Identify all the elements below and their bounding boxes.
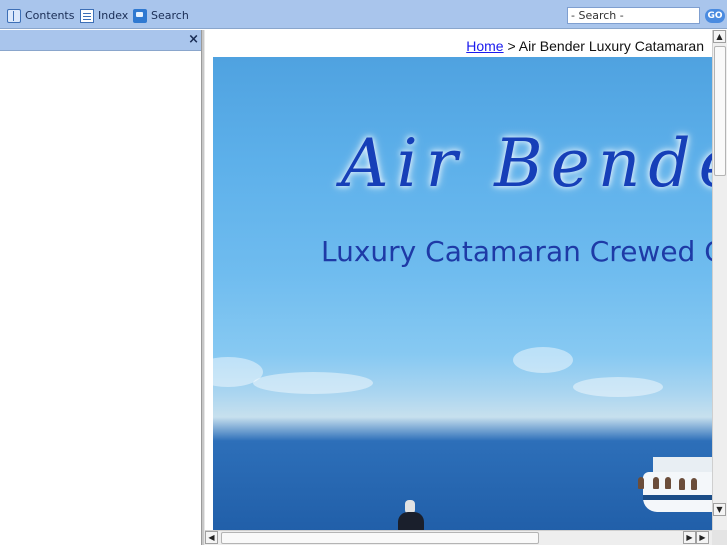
close-icon[interactable]: × — [188, 32, 199, 47]
jetski — [398, 512, 424, 530]
scroll-right-arrow-icon[interactable]: ▶ — [683, 531, 696, 544]
vertical-scroll-thumb[interactable] — [714, 46, 726, 176]
boat-stripe — [643, 495, 712, 500]
person-figure — [665, 477, 671, 489]
scroll-up-arrow-icon[interactable]: ▲ — [713, 30, 726, 43]
person-figure — [679, 478, 685, 490]
breadcrumb-current: Air Bender Luxury Catamaran — [518, 38, 704, 54]
left-panel-header: × — [0, 30, 203, 51]
contents-button[interactable]: Contents — [7, 8, 74, 23]
book-icon — [7, 8, 21, 23]
cloud — [513, 347, 573, 373]
index-label: Index — [98, 9, 129, 22]
horizontal-scroll-thumb[interactable] — [221, 532, 539, 544]
horizontal-scrollbar[interactable]: ◀ ▶ ▶ — [205, 530, 712, 545]
search-speech-icon — [133, 8, 147, 23]
search-input[interactable] — [567, 7, 700, 24]
top-toolbar: Contents Index Search GO — [0, 0, 727, 29]
search-button[interactable]: Search — [133, 8, 189, 23]
vertical-scrollbar[interactable]: ▲ ▼ — [712, 30, 727, 530]
index-button[interactable]: Index — [80, 8, 128, 23]
content-frame: Home > Air Bender Luxury Catamaran Air B… — [205, 30, 712, 530]
person-figure — [638, 477, 644, 489]
contents-label: Contents — [25, 9, 75, 22]
cloud — [253, 372, 373, 394]
hero-title: Air Bender — [341, 125, 712, 202]
cloud — [573, 377, 663, 397]
search-label: Search — [151, 9, 189, 22]
left-panel-body — [0, 51, 201, 545]
scroll-left-arrow-icon[interactable]: ◀ — [205, 531, 218, 544]
scroll-down-arrow-icon[interactable]: ▼ — [713, 503, 726, 516]
scroll-right-end-icon[interactable]: ▶ — [696, 531, 709, 544]
scrollbar-corner — [712, 530, 727, 545]
go-button[interactable]: GO — [705, 9, 725, 23]
person-figure — [653, 477, 659, 489]
breadcrumb-home-link[interactable]: Home — [466, 38, 503, 54]
hero-subtitle: Luxury Catamaran Crewed C — [321, 235, 712, 268]
person-figure — [691, 478, 697, 490]
breadcrumb: Home > Air Bender Luxury Catamaran — [466, 38, 704, 54]
breadcrumb-separator: > — [503, 38, 519, 54]
hero-image: Air Bender Luxury Catamaran Crewed C — [213, 57, 712, 530]
index-list-icon — [80, 8, 94, 23]
